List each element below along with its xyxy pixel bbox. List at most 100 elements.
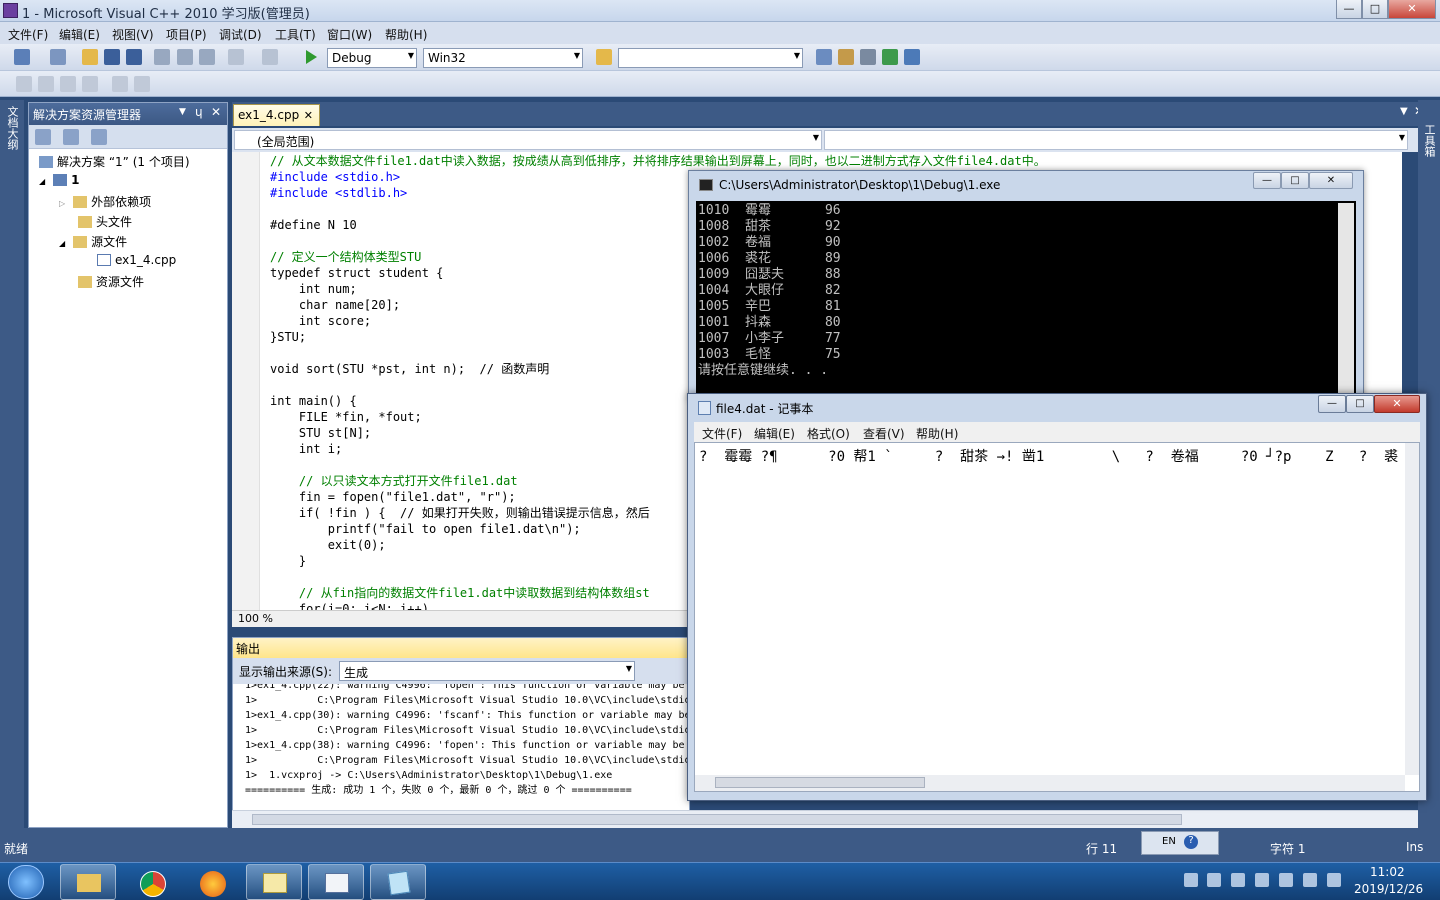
maximize-button[interactable]: □ xyxy=(1362,0,1388,19)
output-text[interactable]: 1>ex1_4.cpp(22): warning C4996: 'fopen':… xyxy=(233,684,689,828)
tree-project[interactable]: ◢ 1 xyxy=(39,173,80,193)
add-item-icon[interactable] xyxy=(50,49,66,65)
output-source-select[interactable]: 生成 ▼ xyxy=(339,661,635,681)
tab-ex1-4-cpp[interactable]: ex1_4.cpp ✕ xyxy=(233,104,320,126)
clock-time[interactable]: 11:02 xyxy=(1370,865,1405,879)
document-outline-strip[interactable]: 文档大纲 xyxy=(0,100,24,828)
solution-explorer-icon[interactable] xyxy=(816,49,832,65)
scroll-thumb[interactable] xyxy=(715,777,925,788)
info-icon[interactable] xyxy=(16,76,32,92)
scroll-thumb[interactable] xyxy=(252,814,1182,825)
console-output[interactable]: 1010 霉霉 96 1008 甜茶 92 1002 卷福 90 1006 裘花 89 … xyxy=(696,201,1356,397)
cut-icon[interactable] xyxy=(154,49,170,65)
ime-language[interactable]: EN xyxy=(1162,836,1176,847)
undo-icon[interactable] xyxy=(228,49,244,65)
notepad-menu-file[interactable]: 文件(F) xyxy=(702,425,742,442)
horizontal-scrollbar[interactable] xyxy=(232,810,1418,828)
taskbar-notepad[interactable] xyxy=(370,864,426,900)
paste-icon[interactable] xyxy=(199,49,215,65)
scope-select[interactable]: (全局范围) ▼ xyxy=(234,130,822,150)
tree-source-files[interactable]: ◢ 源文件 xyxy=(59,233,127,253)
menu-edit[interactable]: 编辑(E) xyxy=(59,26,100,43)
taskbar-paint[interactable] xyxy=(246,864,302,900)
collapse-icon[interactable]: ◢ xyxy=(59,239,65,248)
new-project-icon[interactable] xyxy=(14,49,30,65)
tab-list-icon[interactable]: ▼ xyxy=(1400,106,1408,117)
notepad-menu-help[interactable]: 帮助(H) xyxy=(916,425,958,442)
menu-window[interactable]: 窗口(W) xyxy=(327,26,372,43)
chevron-down-icon[interactable]: ▼ xyxy=(179,107,186,117)
tree-header-files[interactable]: 头文件 xyxy=(78,213,132,233)
close-button[interactable]: ✕ xyxy=(1388,0,1436,19)
volume-icon[interactable] xyxy=(1255,873,1269,887)
minimize-button[interactable]: — xyxy=(1336,0,1362,19)
notepad-hscrollbar[interactable] xyxy=(695,775,1405,791)
tree-solution[interactable]: 解决方案 “1” (1 个项目) xyxy=(39,153,190,173)
extension-icon[interactable] xyxy=(904,49,920,65)
menu-project[interactable]: 项目(P) xyxy=(166,26,207,43)
menu-debug[interactable]: 调试(D) xyxy=(219,26,262,43)
clock-date[interactable]: 2019/12/26 xyxy=(1354,882,1423,896)
display-icon[interactable] xyxy=(1279,873,1293,887)
menu-file[interactable]: 文件(F) xyxy=(8,26,48,43)
tree-resource-files[interactable]: 资源文件 xyxy=(78,273,144,293)
open-file-icon[interactable] xyxy=(82,49,98,65)
member-select[interactable]: ▼ xyxy=(824,130,1408,150)
menu-view[interactable]: 视图(V) xyxy=(112,26,154,43)
expand-icon[interactable]: ▷ xyxy=(59,199,65,208)
start-debug-icon[interactable] xyxy=(306,50,317,64)
notepad-vscrollbar[interactable] xyxy=(1405,443,1419,775)
ime-toolbar[interactable]: EN ? xyxy=(1141,831,1219,855)
network-icon[interactable] xyxy=(1184,873,1198,887)
copy-icon[interactable] xyxy=(177,49,193,65)
help-icon[interactable]: ? xyxy=(1184,835,1198,849)
notepad-minimize-button[interactable]: — xyxy=(1318,395,1346,413)
close-icon[interactable]: ✕ xyxy=(211,105,221,119)
notepad-menu-view[interactable]: 查看(V) xyxy=(863,425,905,442)
menu-help[interactable]: 帮助(H) xyxy=(385,26,427,43)
uncomment-icon[interactable] xyxy=(134,76,150,92)
console-minimize-button[interactable]: — xyxy=(1253,172,1281,189)
console-close-button[interactable]: ✕ xyxy=(1309,172,1353,189)
param-info-icon[interactable] xyxy=(38,76,54,92)
taskbar-firefox[interactable] xyxy=(184,864,240,900)
notepad-menu-edit[interactable]: 编辑(E) xyxy=(754,425,795,442)
zoom-level[interactable]: 100 % xyxy=(238,612,273,625)
taskbar-explorer[interactable] xyxy=(60,864,116,900)
toolbox-tab[interactable]: 工具箱 xyxy=(1421,124,1437,157)
platform-select[interactable]: Win32 ▼ xyxy=(423,48,583,68)
find-combo[interactable]: ▼ xyxy=(618,48,803,68)
console-maximize-button[interactable]: □ xyxy=(1281,172,1309,189)
properties-icon[interactable] xyxy=(35,129,51,145)
collapse-icon[interactable]: ◢ xyxy=(39,177,45,186)
notepad-close-button[interactable]: ✕ xyxy=(1374,395,1420,413)
taskbar-chrome[interactable] xyxy=(124,864,180,900)
start-button[interactable] xyxy=(8,865,44,899)
properties-icon[interactable] xyxy=(838,49,854,65)
configuration-select[interactable]: Debug ▼ xyxy=(327,48,417,68)
close-icon[interactable]: ✕ xyxy=(304,109,313,122)
taskbar-visual-studio[interactable] xyxy=(308,864,364,900)
tree-external-deps[interactable]: ▷ 外部依赖项 xyxy=(59,193,151,213)
complete-word-icon[interactable] xyxy=(82,76,98,92)
pin-icon[interactable]: ɥ xyxy=(195,105,203,119)
console-scrollbar[interactable] xyxy=(1338,203,1354,393)
save-icon[interactable] xyxy=(104,49,120,65)
refresh-icon[interactable] xyxy=(91,129,107,145)
document-outline-tab[interactable]: 文档大纲 xyxy=(4,106,20,150)
monitor-icon[interactable] xyxy=(1303,873,1317,887)
notepad-text-area[interactable]: ? 霉霉 ?¶ ?0 帮1 ` ? 甜茶 →! 凿1 \ ? 卷福 ?0 ┘?p… xyxy=(694,442,1420,792)
flag-icon[interactable] xyxy=(1327,873,1341,887)
menu-tools[interactable]: 工具(T) xyxy=(275,26,316,43)
action-center-icon[interactable] xyxy=(1231,873,1245,887)
tree-file-ex1-4[interactable]: ex1_4.cpp xyxy=(97,253,176,273)
find-in-files-icon[interactable] xyxy=(596,49,612,65)
notepad-maximize-button[interactable]: □ xyxy=(1346,395,1374,413)
quick-info-icon[interactable] xyxy=(60,76,76,92)
start-page-icon[interactable] xyxy=(882,49,898,65)
show-all-files-icon[interactable] xyxy=(63,129,79,145)
toolbox-icon[interactable] xyxy=(860,49,876,65)
save-all-icon[interactable] xyxy=(126,49,142,65)
tray-app-icon[interactable] xyxy=(1207,873,1221,887)
comment-icon[interactable] xyxy=(112,76,128,92)
